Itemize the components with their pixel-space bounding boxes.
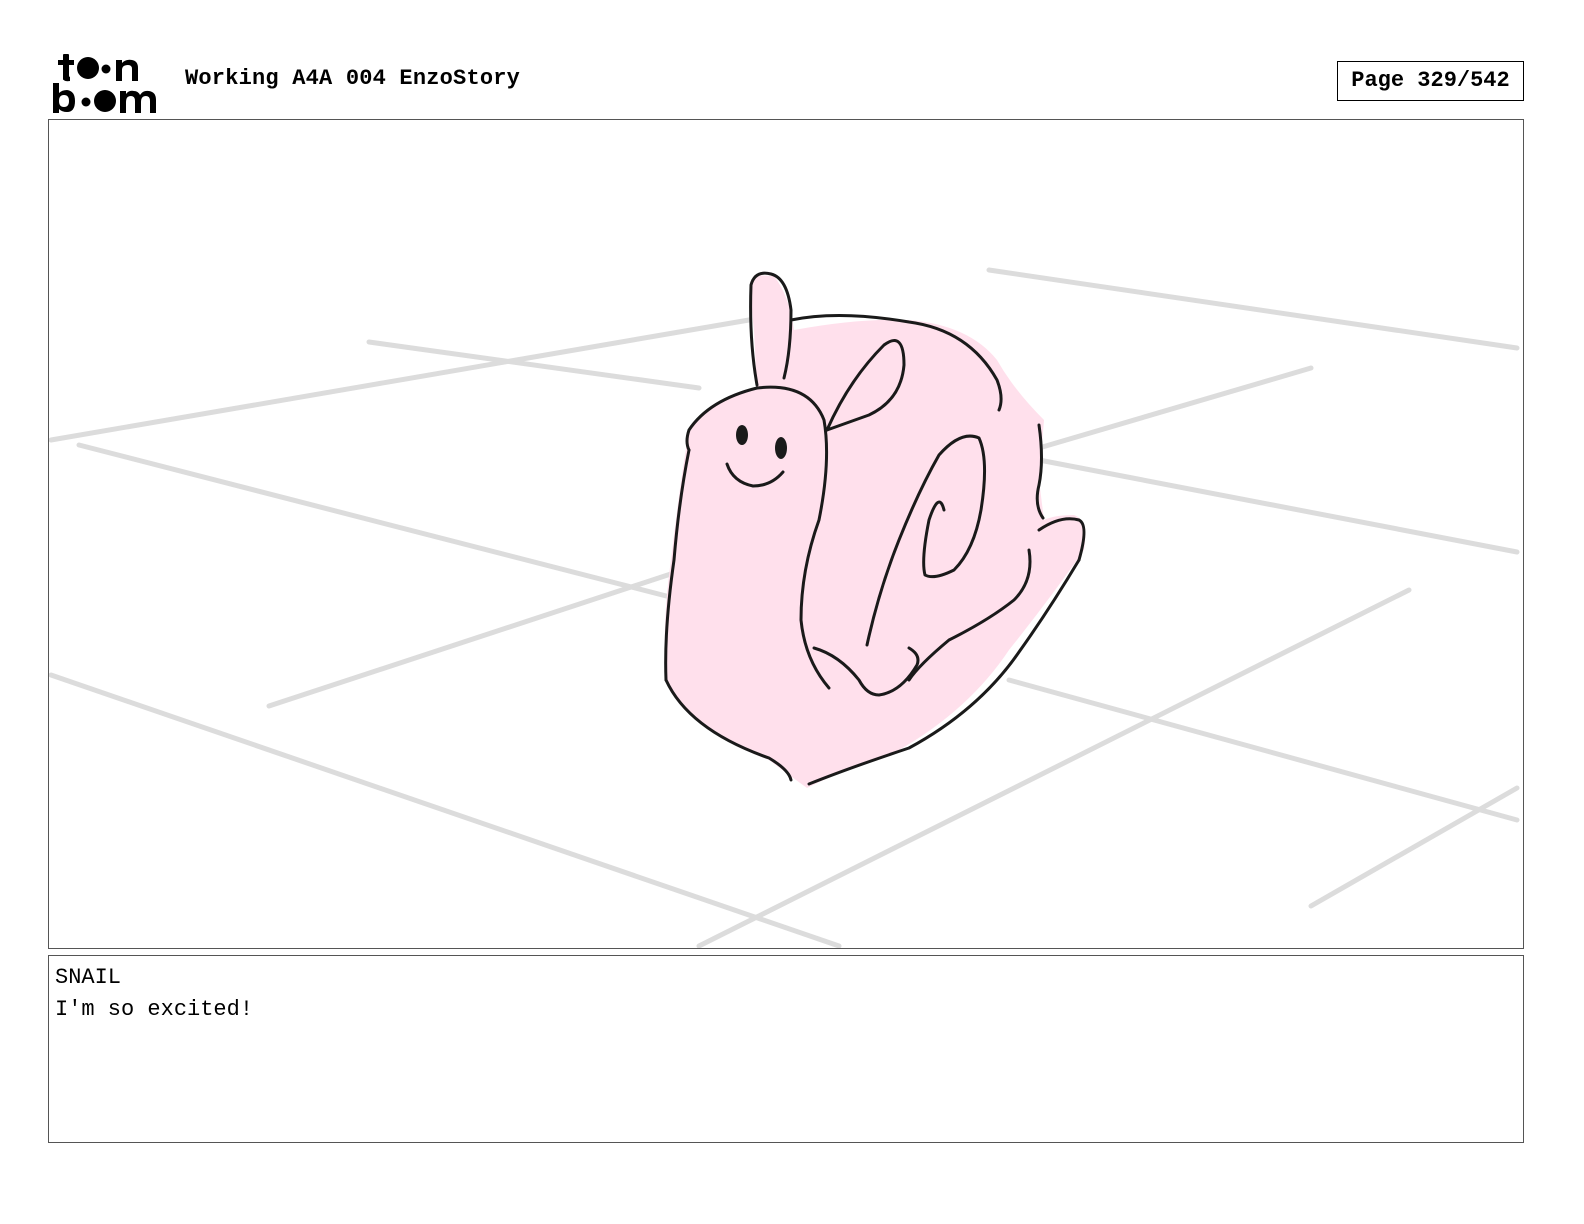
dialogue-box: SNAIL I'm so excited! <box>48 955 1524 1143</box>
character-name: SNAIL <box>55 965 122 990</box>
storyboard-panel <box>48 119 1524 949</box>
snail-body <box>664 275 1086 788</box>
document-title: Working A4A 004 EnzoStory <box>185 66 521 91</box>
toon-boom-logo <box>50 50 168 114</box>
panel-drawing <box>49 267 1520 948</box>
page-number: Page 329/542 <box>1337 61 1524 101</box>
dialogue-line: I'm so excited! <box>55 997 254 1022</box>
